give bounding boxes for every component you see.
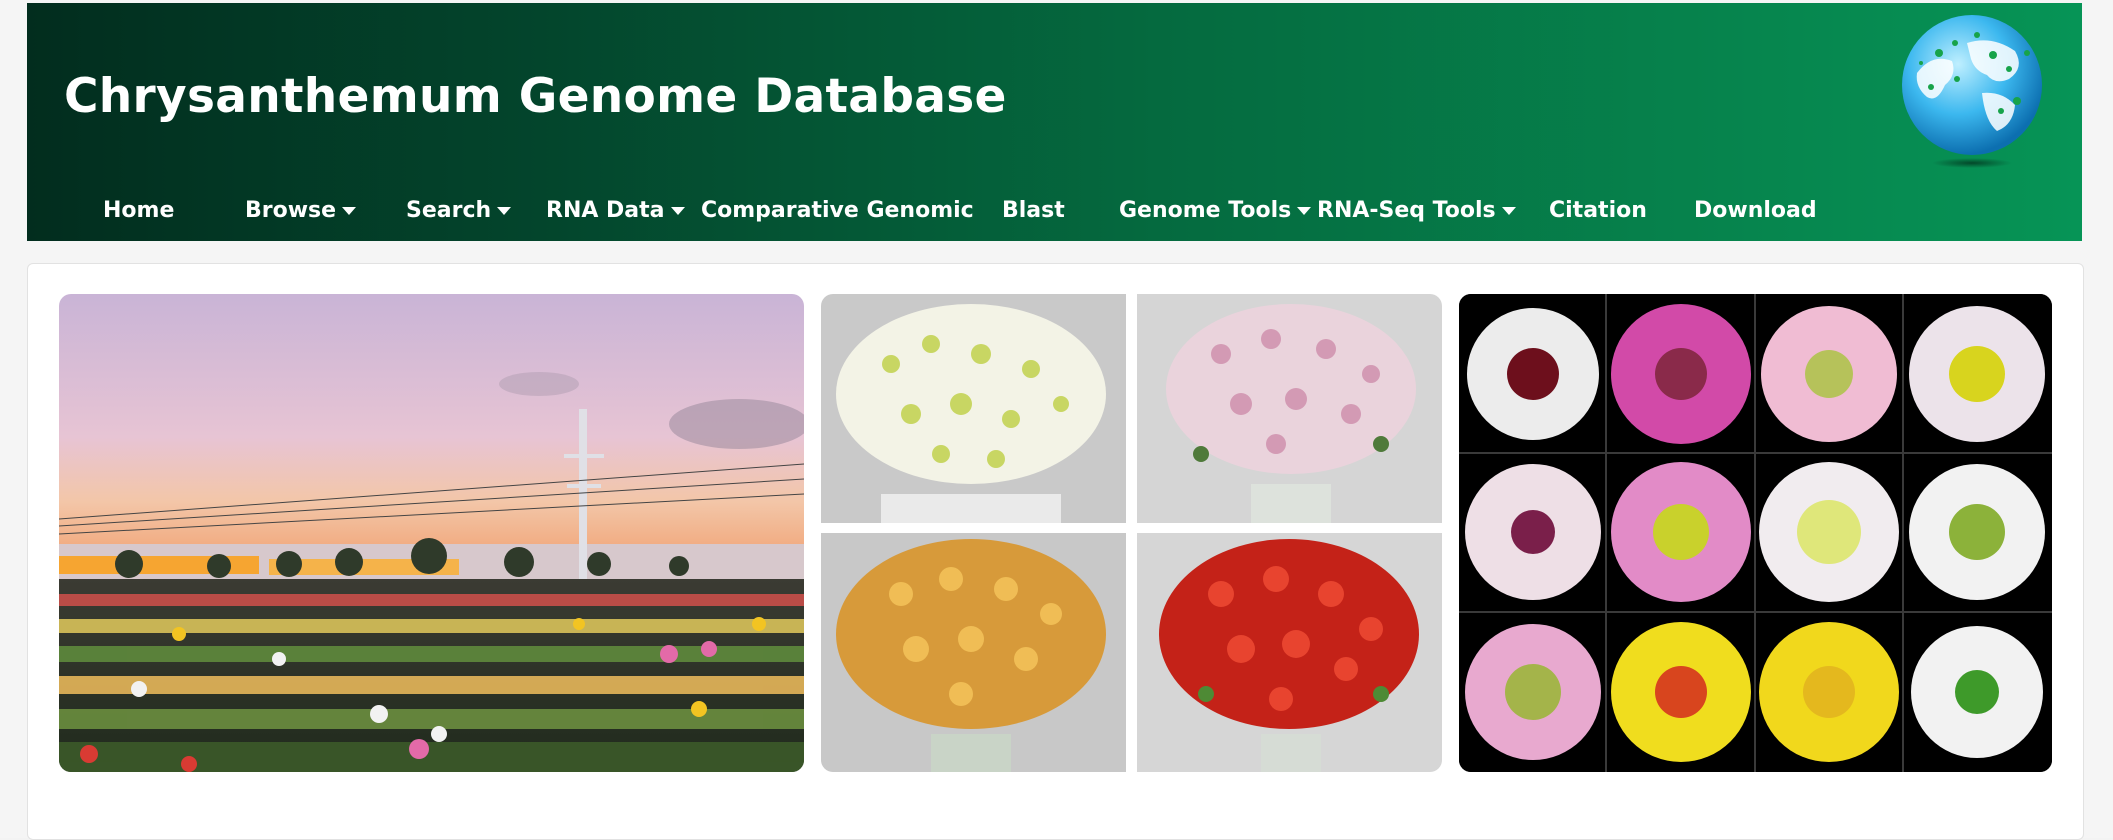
nav-comparative-genomic[interactable]: Comparative Genomic	[701, 198, 974, 223]
globe-icon[interactable]	[1897, 13, 2052, 168]
nav-blast[interactable]: Blast	[1002, 198, 1065, 223]
nav-blast-label: Blast	[1002, 198, 1065, 223]
field-photo-illustration	[59, 294, 804, 772]
nav-rna-data[interactable]: RNA Data	[546, 198, 685, 223]
nav-rna-seq-tools[interactable]: RNA-Seq Tools	[1317, 198, 1516, 223]
nav-search-label: Search	[406, 198, 492, 223]
main-navigation: Home Browse Search RNA Data Comparative …	[27, 188, 2082, 240]
nav-citation[interactable]: Citation	[1549, 198, 1647, 223]
nav-rna-seq-tools-label: RNA-Seq Tools	[1317, 198, 1496, 223]
nav-download[interactable]: Download	[1694, 198, 1817, 223]
nav-genome-tools[interactable]: Genome Tools	[1119, 198, 1312, 223]
nav-browse[interactable]: Browse	[245, 198, 357, 223]
chrysanthemum-flower-heads-grid-photo[interactable]	[1459, 294, 2052, 772]
nav-download-label: Download	[1694, 198, 1817, 223]
nav-home[interactable]: Home	[103, 198, 174, 223]
nav-comparative-genomic-label: Comparative Genomic	[701, 198, 974, 223]
site-header: Chrysanthemum Genome Database Home Brows…	[27, 3, 2082, 241]
nav-search[interactable]: Search	[406, 198, 512, 223]
chevron-down-icon	[1501, 207, 1516, 215]
flower-heads-illustration	[1459, 294, 2052, 772]
chevron-down-icon	[1297, 207, 1312, 215]
chevron-down-icon	[670, 207, 685, 215]
chrysanthemum-bouquet-grid-photo[interactable]	[821, 294, 1442, 772]
nav-citation-label: Citation	[1549, 198, 1647, 223]
nav-home-label: Home	[103, 198, 175, 223]
nav-browse-label: Browse	[245, 198, 337, 223]
chrysanthemum-field-sunset-photo[interactable]	[59, 294, 804, 772]
nav-genome-tools-label: Genome Tools	[1119, 198, 1292, 223]
site-title[interactable]: Chrysanthemum Genome Database	[64, 69, 1007, 124]
main-content	[27, 263, 2084, 840]
chevron-down-icon	[497, 207, 512, 215]
bouquet-grid-illustration	[821, 294, 1442, 772]
chevron-down-icon	[342, 207, 357, 215]
nav-rna-data-label: RNA Data	[546, 198, 665, 223]
